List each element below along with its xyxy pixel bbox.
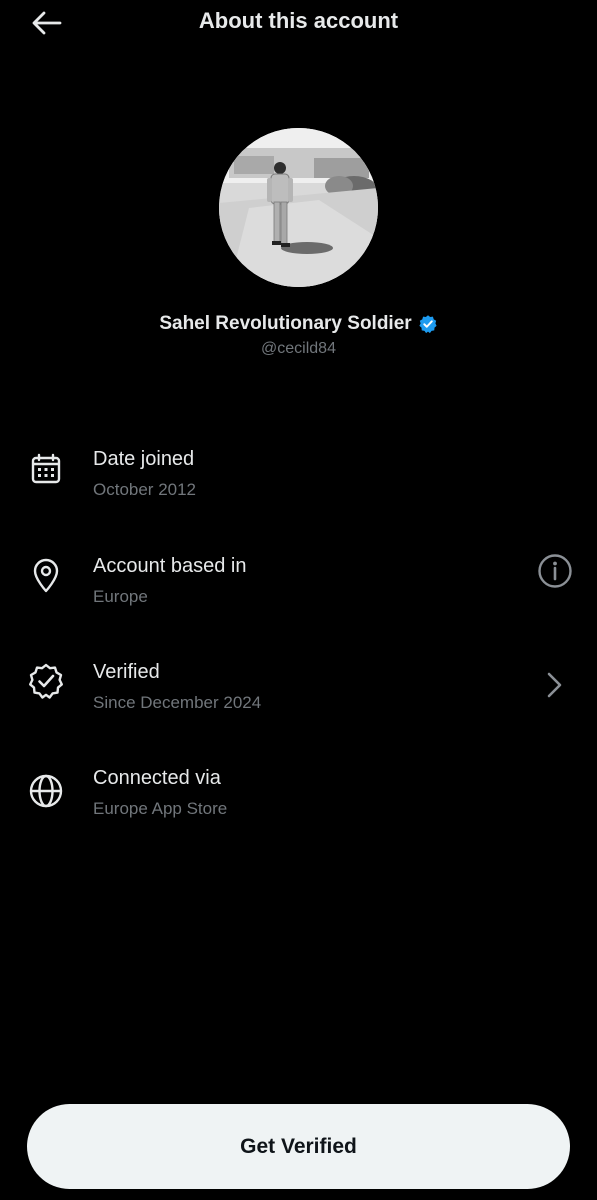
- row-title: Date joined: [93, 448, 195, 470]
- info-row-account-based-in: Account based in Europe: [0, 554, 597, 625]
- avatar[interactable]: [219, 128, 378, 287]
- row-value: Europe: [93, 587, 148, 606]
- chevron-right-icon[interactable]: [535, 665, 575, 705]
- info-circle-icon[interactable]: [535, 551, 575, 591]
- about-account-screen: About this account Sahel Revolutionary S…: [0, 0, 597, 1200]
- row-value: Europe App Store: [93, 799, 228, 818]
- info-row-connected-via: Connected via Europe App Store: [0, 767, 597, 837]
- info-row-verified[interactable]: Verified Since December 2024: [0, 661, 597, 731]
- page-title: About this account: [198, 8, 399, 33]
- row-value: Since December 2024: [93, 693, 262, 712]
- verified-outline-icon: [29, 663, 63, 699]
- handle: @cecild84: [261, 340, 336, 357]
- get-verified-button[interactable]: Get Verified: [27, 1104, 570, 1189]
- row-title: Account based in: [93, 555, 247, 577]
- display-name: Sahel Revolutionary Soldier: [159, 313, 412, 334]
- row-value: October 2012: [93, 480, 197, 499]
- row-title: Connected via: [93, 767, 221, 789]
- name-row: Sahel Revolutionary Soldier: [0, 313, 597, 335]
- info-row-date-joined: Date joined October 2012: [0, 448, 597, 518]
- globe-icon: [29, 774, 63, 808]
- calendar-icon: [31, 453, 61, 484]
- row-title: Verified: [93, 661, 160, 683]
- top-bar: About this account: [0, 0, 597, 44]
- location-pin-icon: [33, 558, 59, 593]
- verified-badge-icon: [419, 315, 437, 334]
